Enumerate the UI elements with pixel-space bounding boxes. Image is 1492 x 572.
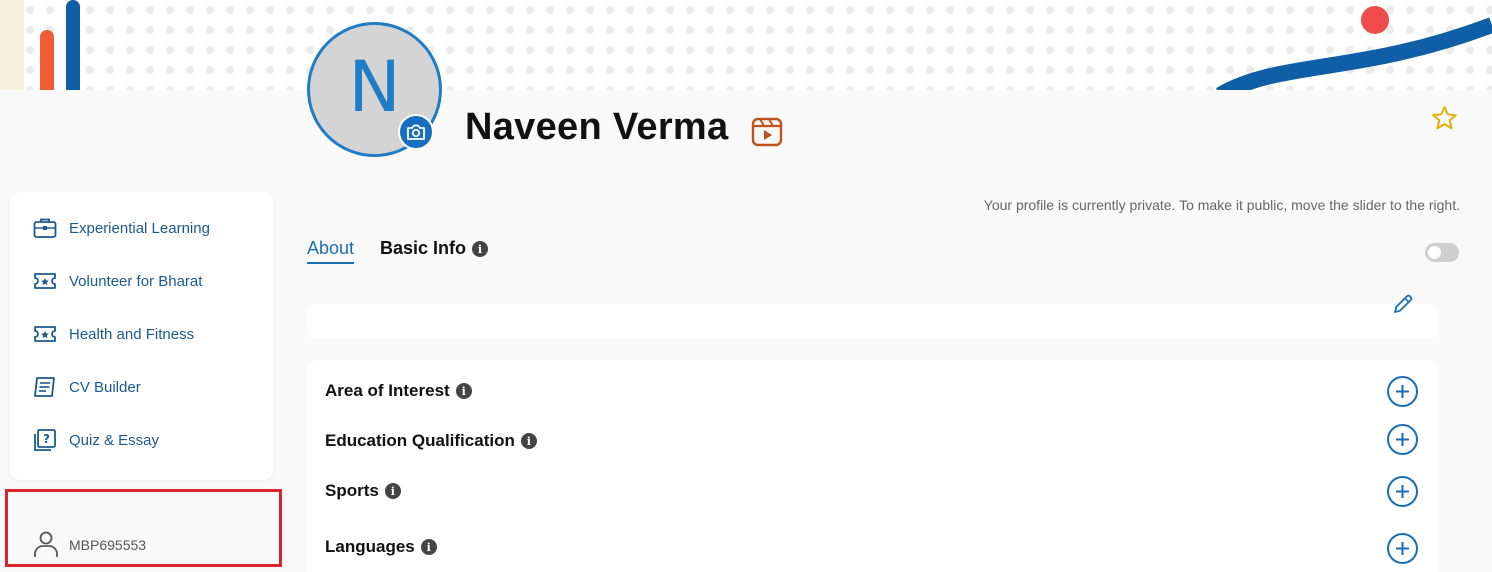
avatar-letter: N bbox=[348, 45, 401, 128]
add-area-of-interest-button[interactable] bbox=[1387, 376, 1418, 407]
quiz-icon: ? bbox=[32, 427, 58, 453]
ticket-icon bbox=[32, 268, 58, 294]
camera-icon bbox=[407, 124, 425, 140]
section-education-qualification: Education Qualification i bbox=[325, 431, 537, 451]
user-id-box[interactable]: MBP695553 bbox=[5, 489, 282, 567]
toggle-knob bbox=[1428, 246, 1441, 259]
briefcase-icon bbox=[32, 215, 58, 241]
banner-wave bbox=[1215, 17, 1492, 90]
sidebar-item-cv-builder[interactable]: CV Builder bbox=[32, 372, 141, 402]
plus-icon bbox=[1396, 485, 1409, 498]
sidebar: Experiential Learning Volunteer for Bhar… bbox=[10, 192, 273, 480]
sidebar-item-experiential-learning[interactable]: Experiential Learning bbox=[32, 213, 210, 243]
plus-icon bbox=[1396, 385, 1409, 398]
sidebar-item-volunteer-for-bharat[interactable]: Volunteer for Bharat bbox=[32, 266, 202, 296]
user-id: MBP695553 bbox=[69, 537, 147, 553]
info-icon[interactable]: i bbox=[420, 539, 437, 555]
section-label: Education Qualification bbox=[325, 431, 515, 450]
sidebar-item-label: CV Builder bbox=[69, 378, 141, 396]
basic-info-info-icon[interactable]: i bbox=[472, 241, 488, 257]
info-icon[interactable]: i bbox=[520, 433, 537, 449]
info-icon[interactable]: i bbox=[384, 483, 401, 499]
privacy-note: Your profile is currently private. To ma… bbox=[983, 197, 1460, 213]
sidebar-item-label: Quiz & Essay bbox=[69, 431, 160, 449]
section-area-of-interest: Area of Interest i bbox=[325, 381, 472, 401]
profile-banner bbox=[0, 0, 1492, 90]
add-education-qualification-button[interactable] bbox=[1387, 424, 1418, 455]
favorite-star-icon[interactable] bbox=[1431, 105, 1458, 136]
sidebar-item-label: Volunteer for Bharat bbox=[69, 272, 203, 290]
sidebar-item-health-and-fitness[interactable]: Health and Fitness bbox=[32, 319, 194, 349]
plus-icon bbox=[1396, 542, 1409, 555]
tab-basic-info[interactable]: Basic Info bbox=[380, 238, 466, 259]
sidebar-item-quiz-essay[interactable]: ? Quiz & Essay bbox=[32, 425, 159, 455]
banner-orange-bar bbox=[40, 30, 54, 90]
change-photo-button[interactable] bbox=[398, 114, 434, 150]
add-sports-button[interactable] bbox=[1387, 476, 1418, 507]
section-languages: Languages i bbox=[325, 537, 437, 557]
sidebar-item-label: Health and Fitness bbox=[69, 325, 195, 343]
add-languages-button[interactable] bbox=[1387, 533, 1418, 564]
tab-about[interactable]: About bbox=[307, 238, 355, 264]
plus-icon bbox=[1396, 433, 1409, 446]
profile-name: Naveen Verma bbox=[465, 106, 729, 148]
about-card bbox=[307, 304, 1438, 338]
document-icon bbox=[32, 374, 58, 400]
public-profile-toggle[interactable] bbox=[1425, 243, 1459, 262]
svg-text:?: ? bbox=[43, 432, 50, 446]
banner-cream-strip bbox=[0, 0, 24, 90]
section-label: Area of Interest bbox=[325, 381, 450, 400]
edit-pencil-icon[interactable] bbox=[1390, 291, 1416, 322]
video-reel-icon[interactable] bbox=[751, 117, 783, 152]
section-label: Languages bbox=[325, 537, 415, 556]
section-sports: Sports i bbox=[325, 481, 401, 501]
info-icon[interactable]: i bbox=[455, 383, 472, 399]
profile-sections-card bbox=[307, 360, 1438, 572]
banner-blue-bar bbox=[66, 0, 80, 90]
ticket-icon bbox=[32, 321, 58, 347]
user-icon bbox=[33, 530, 59, 563]
section-label: Sports bbox=[325, 481, 379, 500]
sidebar-item-label: Experiential Learning bbox=[69, 219, 210, 237]
